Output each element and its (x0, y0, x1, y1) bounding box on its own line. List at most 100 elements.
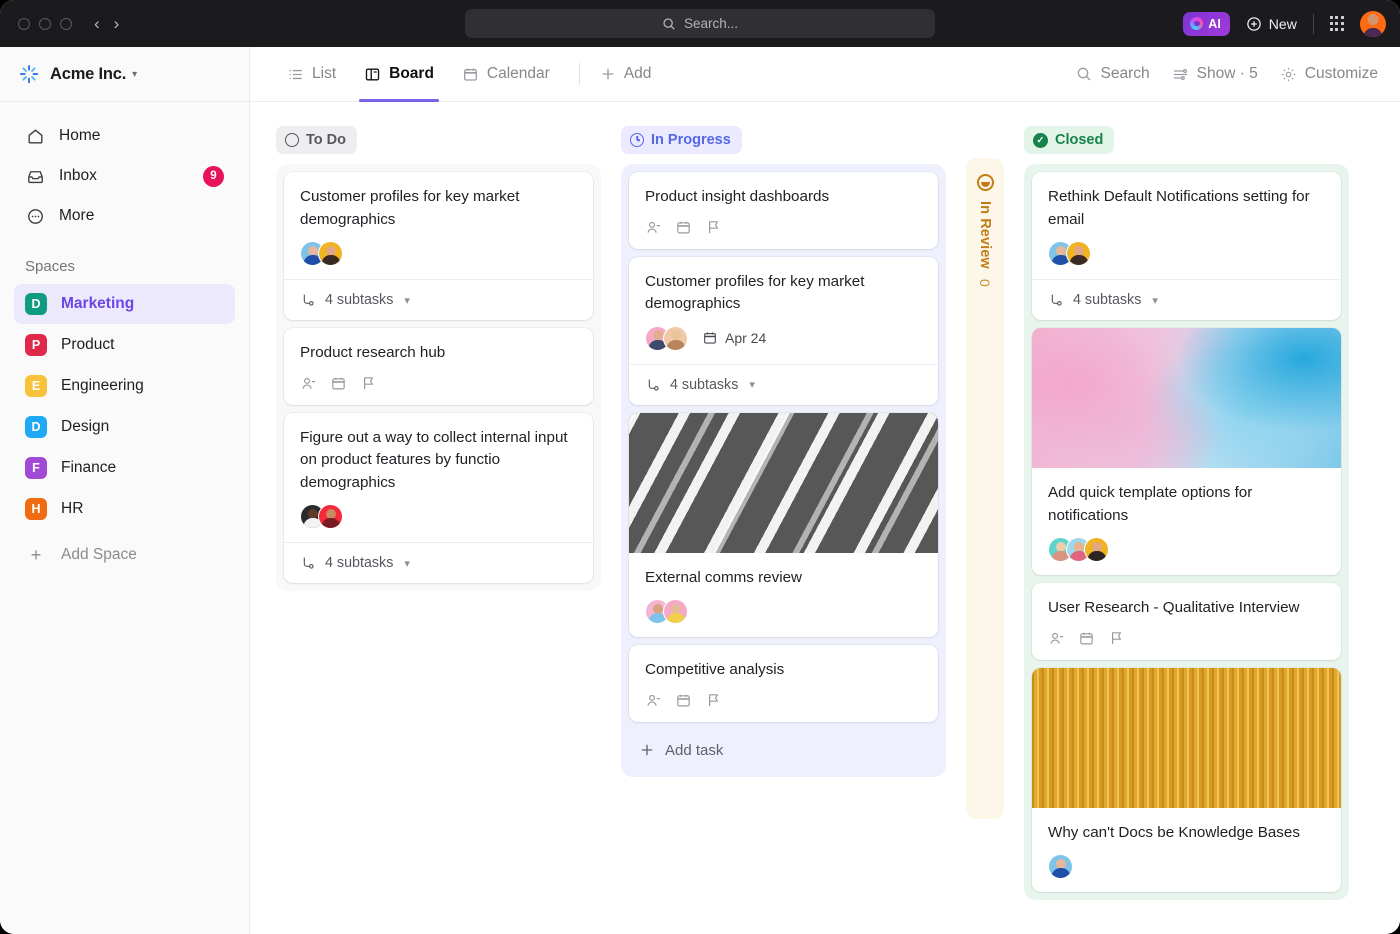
assignee-icon[interactable] (1048, 630, 1065, 647)
sidebar-item-marketing[interactable]: D Marketing (14, 284, 235, 324)
plus-circle-icon (1246, 16, 1262, 32)
status-chip-closed[interactable]: ✓ Closed (1024, 126, 1114, 154)
priority-flag-icon[interactable] (705, 219, 722, 236)
card-body: User Research - Qualitative Interview (1032, 583, 1341, 660)
assignee-avatars[interactable] (1048, 241, 1084, 266)
due-date-icon[interactable] (1078, 630, 1095, 647)
sidebar-item-home[interactable]: Home (14, 116, 235, 156)
due-date-icon[interactable] (675, 692, 692, 709)
task-card[interactable]: Product insight dashboards (629, 172, 938, 249)
card-subtasks-row[interactable]: 4 subtasks ▾ (1032, 279, 1341, 320)
due-date-icon[interactable] (675, 219, 692, 236)
chevron-down-icon[interactable]: ▾ (1152, 294, 1158, 307)
apps-grid-icon[interactable] (1330, 16, 1344, 30)
task-card[interactable]: Competitive analysis (629, 645, 938, 722)
forward-icon[interactable]: › (114, 15, 120, 32)
sidebar: Acme Inc. ▾ Home (0, 47, 250, 934)
add-space-button[interactable]: + Add Space (14, 535, 235, 575)
task-card[interactable]: Customer profiles for key market demogra… (629, 257, 938, 405)
avatar (663, 326, 688, 351)
show-filter-button[interactable]: Show · 5 (1172, 65, 1258, 83)
history-nav[interactable]: ‹ › (94, 15, 119, 32)
sidebar-item-hr[interactable]: H HR (14, 489, 235, 529)
sidebar-item-label: Home (59, 127, 100, 145)
assignee-avatars[interactable] (645, 326, 681, 351)
close-window-dot[interactable] (18, 18, 30, 30)
workspace-name: Acme Inc. (50, 65, 126, 84)
task-card[interactable]: Why can't Docs be Knowledge Bases (1032, 668, 1341, 893)
user-avatar[interactable] (1360, 11, 1386, 37)
column-header[interactable]: ✓ Closed (1024, 126, 1349, 154)
minimize-window-dot[interactable] (39, 18, 51, 30)
ai-button[interactable]: AI (1183, 12, 1230, 36)
chevron-down-icon[interactable]: ▾ (404, 557, 410, 570)
priority-flag-icon[interactable] (705, 692, 722, 709)
maximize-window-dot[interactable] (60, 18, 72, 30)
tab-board[interactable]: Board (353, 47, 445, 102)
main-content: List Board Calendar (250, 47, 1400, 934)
priority-flag-icon[interactable] (1108, 630, 1125, 647)
new-button[interactable]: New (1246, 16, 1297, 32)
global-search-input[interactable]: Search... (465, 9, 935, 38)
sidebar-item-engineering[interactable]: E Engineering (14, 366, 235, 406)
ai-label: AI (1208, 17, 1221, 31)
add-view-button[interactable]: Add (592, 65, 660, 83)
status-chip-todo[interactable]: To Do (276, 126, 357, 154)
task-card[interactable]: External comms review (629, 413, 938, 638)
sidebar-item-product[interactable]: P Product (14, 325, 235, 365)
task-card[interactable]: Product research hub (284, 328, 593, 405)
task-card[interactable]: Rethink Default Notifications setting fo… (1032, 172, 1341, 320)
card-subtasks-row[interactable]: 4 subtasks ▾ (629, 364, 938, 405)
tab-list[interactable]: List (276, 47, 347, 102)
avatar (663, 599, 688, 624)
sidebar-item-design[interactable]: D Design (14, 407, 235, 447)
space-avatar-icon: E (25, 375, 47, 397)
add-task-button[interactable]: Add task (629, 730, 938, 769)
workspace-switcher[interactable]: Acme Inc. ▾ (0, 47, 249, 102)
title-bar-right: AI New (1183, 11, 1386, 37)
assignee-icon[interactable] (300, 375, 317, 392)
window-traffic-lights[interactable] (18, 18, 72, 30)
gear-icon (1280, 66, 1297, 83)
title-bar: ‹ › Search... AI New (0, 0, 1400, 47)
task-card[interactable]: User Research - Qualitative Interview (1032, 583, 1341, 660)
assignee-icon[interactable] (645, 219, 662, 236)
assignee-avatars[interactable] (1048, 537, 1102, 562)
assignee-avatars[interactable] (300, 241, 336, 266)
assignee-avatars[interactable] (645, 599, 681, 624)
view-toolbar-right: Search Show · 5 Cust (1076, 65, 1378, 83)
inbox-unread-badge: 9 (203, 166, 224, 187)
chevron-down-icon[interactable]: ▾ (749, 378, 755, 391)
task-card[interactable]: Customer profiles for key market demogra… (284, 172, 593, 320)
assignee-avatars[interactable] (300, 504, 336, 529)
card-due-date[interactable]: Apr 24 (702, 330, 766, 346)
column-header[interactable]: In Progress (621, 126, 946, 154)
due-date-icon[interactable] (330, 375, 347, 392)
task-card[interactable]: Figure out a way to collect internal inp… (284, 413, 593, 584)
status-label: In Review (977, 201, 993, 269)
calendar-icon (462, 66, 479, 83)
task-card[interactable]: Add quick template options for notificat… (1032, 328, 1341, 575)
chevron-down-icon[interactable]: ▾ (132, 69, 137, 80)
assignee-icon[interactable] (645, 692, 662, 709)
sidebar-item-inbox[interactable]: Inbox 9 (14, 156, 235, 196)
sidebar-item-finance[interactable]: F Finance (14, 448, 235, 488)
board-search-button[interactable]: Search (1076, 65, 1149, 83)
priority-flag-icon[interactable] (360, 375, 377, 392)
spaces-heading: Spaces (0, 236, 249, 283)
status-chip-in-progress[interactable]: In Progress (621, 126, 742, 154)
chevron-down-icon[interactable]: ▾ (404, 294, 410, 307)
tab-calendar[interactable]: Calendar (451, 47, 561, 102)
sidebar-item-more[interactable]: More (14, 196, 235, 236)
card-subtasks-row[interactable]: 4 subtasks ▾ (284, 279, 593, 320)
card-subtasks-row[interactable]: 4 subtasks ▾ (284, 542, 593, 583)
global-search-placeholder: Search... (684, 16, 738, 31)
card-cover-image (1032, 328, 1341, 468)
add-task-label: Add task (665, 742, 723, 759)
back-icon[interactable]: ‹ (94, 15, 100, 32)
column-header[interactable]: To Do (276, 126, 601, 154)
board-column-in-review-collapsed[interactable]: In Review 0 (966, 158, 1004, 819)
plus-icon (600, 66, 616, 82)
customize-button[interactable]: Customize (1280, 65, 1378, 83)
assignee-avatars[interactable] (1048, 854, 1066, 879)
